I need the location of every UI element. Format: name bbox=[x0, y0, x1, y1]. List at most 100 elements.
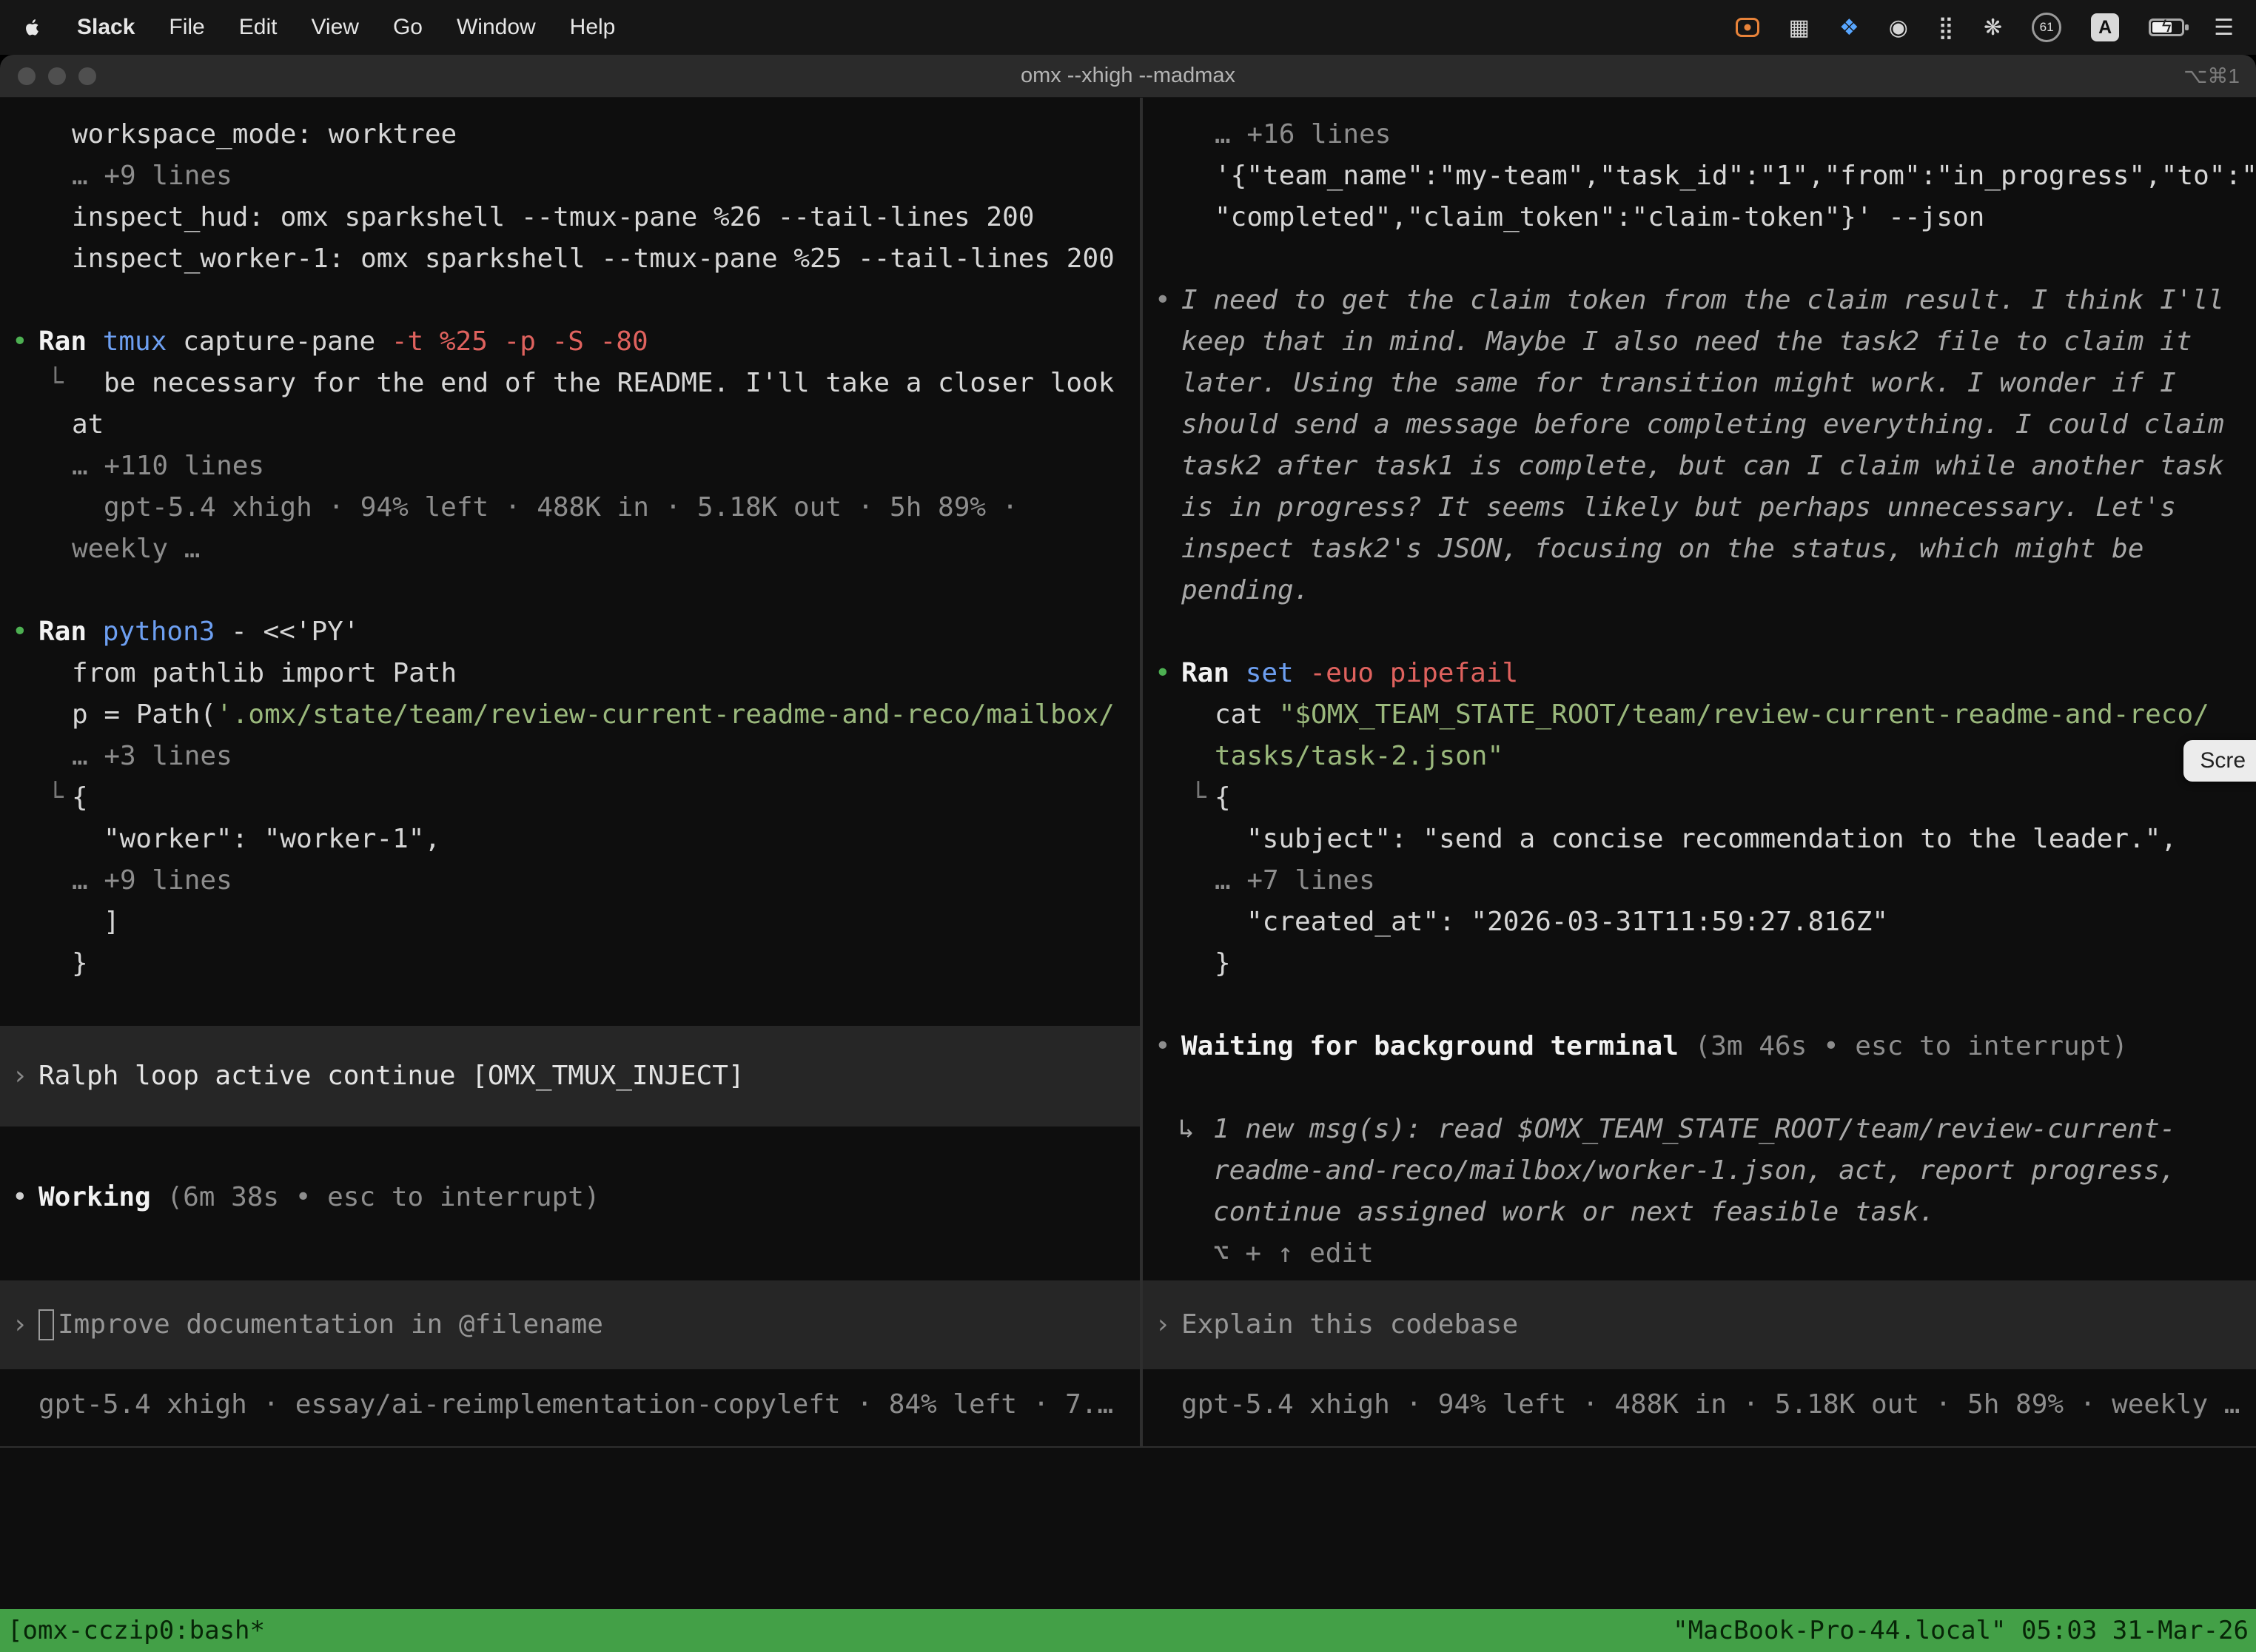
terminal-line: └be necessary for the end of the README.… bbox=[0, 363, 1140, 404]
screen-pill-button[interactable]: Scre bbox=[2183, 740, 2256, 782]
mailbox-msg-line: ↳1 new msg(s): read $OMX_TEAM_STATE_ROOT… bbox=[1143, 1109, 2256, 1150]
menu-go[interactable]: Go bbox=[393, 15, 423, 40]
terminal-line: '{"team_name":"my-team","task_id":"1","f… bbox=[1143, 155, 2256, 197]
terminal-line: } bbox=[0, 943, 1140, 984]
thinking-line: inspect task2's JSON, focusing on the st… bbox=[1143, 528, 2256, 570]
terminal-line: inspect_worker-1: omx sparkshell --tmux-… bbox=[0, 238, 1140, 280]
menu-bar: Slack File Edit View Go Window Help ▦ ❖ … bbox=[0, 0, 2256, 55]
ran-set-line: •Ran set -euo pipefail bbox=[1143, 653, 2256, 694]
prompt-explain-codebase[interactable]: ›Explain this codebase bbox=[1143, 1280, 2256, 1369]
terminal-line: … +9 lines bbox=[0, 155, 1140, 197]
chevron-icon: › bbox=[1155, 1304, 1171, 1346]
apple-icon bbox=[22, 17, 43, 38]
menu-window[interactable]: Window bbox=[457, 15, 536, 40]
terminal-line: workspace_mode: worktree bbox=[0, 114, 1140, 155]
terminal-line: "created_at": "2026-03-31T11:59:27.816Z" bbox=[1143, 901, 2256, 943]
edit-hint-line: ⌥ + ↑ edit bbox=[1143, 1233, 2256, 1275]
terminal-line: weekly … bbox=[0, 528, 1140, 570]
screen-record-icon[interactable] bbox=[1736, 18, 1759, 37]
arrow-icon: ↳ bbox=[1178, 1109, 1195, 1150]
window-shortcut: ⌥⌘1 bbox=[2183, 64, 2240, 88]
window-title-bar: omx --xhigh --madmax ⌥⌘1 bbox=[0, 55, 2256, 98]
thinking-line: is in progress? It seems likely but perh… bbox=[1143, 487, 2256, 528]
apps-grid-icon[interactable]: ⣿ bbox=[1938, 15, 1954, 41]
tmux-session-name[interactable]: [omx-cczip0:bash* bbox=[7, 1610, 265, 1651]
bullet-icon: • bbox=[1155, 653, 1171, 694]
working-status-line: •Working (6m 38s • esc to interrupt) bbox=[0, 1177, 1140, 1218]
minimize-button[interactable] bbox=[48, 67, 66, 85]
menu-view[interactable]: View bbox=[311, 15, 358, 40]
terminal: workspace_mode: worktree … +9 lines insp… bbox=[0, 98, 2256, 1652]
thinking-line: keep that in mind. Maybe I also need the… bbox=[1143, 321, 2256, 363]
mailbox-msg-line: continue assigned work or next feasible … bbox=[1143, 1192, 2256, 1233]
zoom-button[interactable] bbox=[78, 67, 96, 85]
menu-help[interactable]: Help bbox=[570, 15, 616, 40]
app-menu-slack[interactable]: Slack bbox=[77, 15, 135, 40]
terminal-line: "worker": "worker-1", bbox=[0, 819, 1140, 860]
pane-bottom-divider bbox=[0, 1446, 2256, 1448]
terminal-window: omx --xhigh --madmax ⌥⌘1 workspace_mode:… bbox=[0, 55, 2256, 1652]
battery-charging-icon[interactable]: ϟ bbox=[2149, 19, 2184, 36]
octopus-icon[interactable]: ❋ bbox=[1984, 15, 2002, 41]
terminal-line: } bbox=[1143, 943, 2256, 984]
terminal-line: gpt-5.4 xhigh · 94% left · 488K in · 5.1… bbox=[0, 487, 1140, 528]
bullet-icon: • bbox=[1155, 280, 1171, 321]
thinking-line: task2 after task1 is complete, but can I… bbox=[1143, 446, 2256, 487]
ralph-loop-banner: ›Ralph loop active continue [OMX_TMUX_IN… bbox=[0, 1026, 1140, 1126]
thinking-line: pending. bbox=[1143, 570, 2256, 611]
terminal-line: "completed","claim_token":"claim-token"}… bbox=[1143, 197, 2256, 238]
tmux-host-clock: "MacBook-Pro-44.local" 05:03 31-Mar-26 bbox=[1673, 1610, 2249, 1651]
bullet-icon: • bbox=[12, 321, 28, 363]
ghostty-icon[interactable]: ◉ bbox=[1889, 15, 1908, 41]
omx-status-bar: [OMX#0.11.9] cczip/essay/ai-reimplementa… bbox=[14, 1470, 2256, 1511]
keyboard-icon[interactable]: ▦ bbox=[1789, 15, 1810, 41]
terminal-line: inspect_hud: omx sparkshell --tmux-pane … bbox=[0, 197, 1140, 238]
bullet-icon: • bbox=[1155, 1026, 1171, 1067]
hook-icon: └ bbox=[1190, 777, 1206, 819]
hook-icon: └ bbox=[47, 777, 64, 819]
thinking-line: •I need to get the claim token from the … bbox=[1143, 280, 2256, 321]
terminal-line: … +9 lines bbox=[0, 860, 1140, 901]
text-cursor bbox=[38, 1309, 54, 1340]
control-center-icon[interactable]: ☰ bbox=[2214, 15, 2234, 41]
window-title: omx --xhigh --madmax bbox=[1021, 64, 1235, 88]
thinking-line: later. Using the same for transition mig… bbox=[1143, 363, 2256, 404]
menu-file[interactable]: File bbox=[169, 15, 204, 40]
menu-edit[interactable]: Edit bbox=[239, 15, 278, 40]
battery-gauge-icon[interactable]: 61 bbox=[2032, 13, 2061, 42]
terminal-line: "subject": "send a concise recommendatio… bbox=[1143, 819, 2256, 860]
charging-bolt-icon: ϟ bbox=[2151, 16, 2182, 37]
terminal-line: tasks/task-2.json" bbox=[1143, 736, 2256, 777]
apple-menu[interactable] bbox=[22, 17, 43, 38]
model-status-line: gpt-5.4 xhigh · essay/ai-reimplementatio… bbox=[0, 1384, 1140, 1426]
chevron-icon: › bbox=[12, 1304, 28, 1346]
terminal-line: ] bbox=[0, 901, 1140, 943]
close-button[interactable] bbox=[18, 67, 36, 85]
right-pane[interactable]: … +16 lines '{"team_name":"my-team","tas… bbox=[1143, 98, 2256, 1446]
terminal-line: … +110 lines bbox=[0, 446, 1140, 487]
prompt-improve-docs[interactable]: ›Improve documentation in @filename bbox=[0, 1280, 1140, 1369]
terminal-line: at bbox=[0, 404, 1140, 446]
left-pane[interactable]: workspace_mode: worktree … +9 lines insp… bbox=[0, 98, 1140, 1446]
screen: Slack File Edit View Go Window Help ▦ ❖ … bbox=[0, 0, 2256, 1652]
bullet-icon: • bbox=[12, 611, 28, 653]
swift-icon[interactable]: ❖ bbox=[1839, 15, 1859, 41]
input-source-icon[interactable]: A bbox=[2091, 13, 2119, 41]
chevron-icon: › bbox=[12, 1055, 28, 1097]
terminal-line: p = Path('.omx/state/team/review-current… bbox=[0, 694, 1140, 736]
mailbox-msg-line: readme-and-reco/mailbox/worker-1.json, a… bbox=[1143, 1150, 2256, 1192]
tmux-status-bar: [omx-cczip0:bash* "MacBook-Pro-44.local"… bbox=[0, 1609, 2256, 1652]
terminal-line: └{ bbox=[1143, 777, 2256, 819]
menu-bar-status-icons: ▦ ❖ ◉ ⣿ ❋ 61 A ϟ ☰ bbox=[1736, 13, 2234, 42]
waiting-status-line: •Waiting for background terminal (3m 46s… bbox=[1143, 1026, 2256, 1067]
hook-icon: └ bbox=[47, 363, 64, 404]
terminal-line: … +3 lines bbox=[0, 736, 1140, 777]
terminal-line: └{ bbox=[0, 777, 1140, 819]
terminal-line: from pathlib import Path bbox=[0, 653, 1140, 694]
terminal-line: cat "$OMX_TEAM_STATE_ROOT/team/review-cu… bbox=[1143, 694, 2256, 736]
thinking-line: should send a message before completing … bbox=[1143, 404, 2256, 446]
ran-tmux-line: •Ran tmux capture-pane -t %25 -p -S -80 bbox=[0, 321, 1140, 363]
model-status-line: gpt-5.4 xhigh · 94% left · 488K in · 5.1… bbox=[1143, 1384, 2256, 1426]
traffic-lights bbox=[18, 67, 96, 85]
terminal-line: … +7 lines bbox=[1143, 860, 2256, 901]
